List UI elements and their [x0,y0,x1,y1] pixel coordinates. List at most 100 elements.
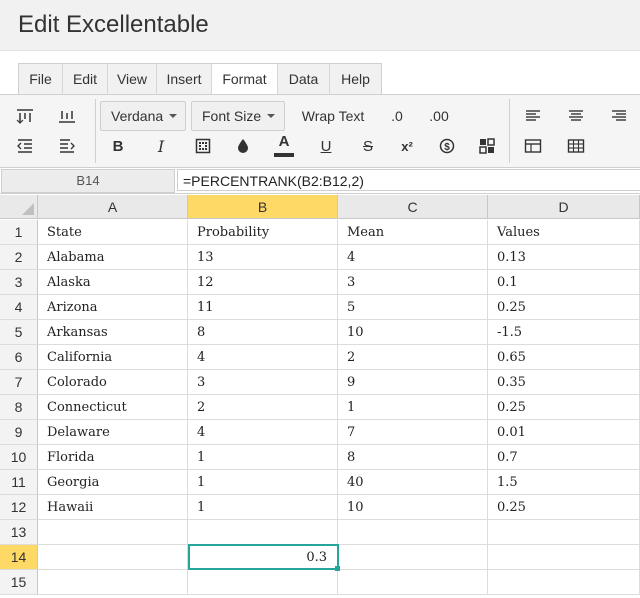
underline-button[interactable]: U [312,133,340,159]
cell-b7[interactable]: 3 [188,370,338,395]
table-icon[interactable] [519,133,547,159]
row-header-15[interactable]: 15 [0,570,38,595]
menu-help[interactable]: Help [330,64,381,95]
cell-a9[interactable]: Delaware [38,420,188,445]
cell-a1[interactable]: State [38,220,188,245]
cell-c15[interactable] [338,570,488,595]
align-center-icon[interactable] [562,103,590,129]
cell-c12[interactable]: 10 [338,495,488,520]
row-header-7[interactable]: 7 [0,370,38,395]
menu-insert[interactable]: Insert [157,64,212,95]
currency-icon[interactable]: $ [433,133,461,159]
indent-decrease-icon[interactable] [10,133,40,159]
row-header-6[interactable]: 6 [0,345,38,370]
cell-c11[interactable]: 40 [338,470,488,495]
grid-icon[interactable] [562,133,590,159]
menu-view[interactable]: View [108,64,157,95]
cell-a13[interactable] [38,520,188,545]
cell-c7[interactable]: 9 [338,370,488,395]
cell-a15[interactable] [38,570,188,595]
cell-b2[interactable]: 13 [188,245,338,270]
cell-d11[interactable]: 1.5 [488,470,640,495]
align-top-icon[interactable] [10,103,40,129]
decrease-decimal-button[interactable]: .0 [382,103,412,129]
cell-b3[interactable]: 12 [188,270,338,295]
cell-a11[interactable]: Georgia [38,470,188,495]
cell-d9[interactable]: 0.01 [488,420,640,445]
cell-b15[interactable] [188,570,338,595]
cell-a10[interactable]: Florida [38,445,188,470]
select-all-corner[interactable] [0,195,38,219]
cell-b12[interactable]: 1 [188,495,338,520]
increase-decimal-button[interactable]: .00 [422,103,456,129]
row-header-1[interactable]: 1 [0,220,38,245]
cell-d8[interactable]: 0.25 [488,395,640,420]
cell-d3[interactable]: 0.1 [488,270,640,295]
cell-d12[interactable]: 0.25 [488,495,640,520]
row-header-11[interactable]: 11 [0,470,38,495]
row-header-4[interactable]: 4 [0,295,38,320]
cell-b6[interactable]: 4 [188,345,338,370]
cell-c8[interactable]: 1 [338,395,488,420]
row-header-13[interactable]: 13 [0,520,38,545]
font-family-dropdown[interactable]: Verdana [100,101,186,131]
cell-c3[interactable]: 3 [338,270,488,295]
superscript-button[interactable]: x² [393,133,421,159]
cell-c6[interactable]: 2 [338,345,488,370]
row-header-5[interactable]: 5 [0,320,38,345]
column-header-a[interactable]: A [38,195,188,219]
row-header-2[interactable]: 2 [0,245,38,270]
cell-c1[interactable]: Mean [338,220,488,245]
align-right-icon[interactable] [605,103,633,129]
cell-b14[interactable]: 0.3 [188,545,338,570]
cell-c5[interactable]: 10 [338,320,488,345]
cell-d6[interactable]: 0.65 [488,345,640,370]
cell-a12[interactable]: Hawaii [38,495,188,520]
border-icon[interactable] [189,133,217,159]
menu-data[interactable]: Data [278,64,330,95]
cell-d5[interactable]: -1.5 [488,320,640,345]
cell-d14[interactable] [488,545,640,570]
cell-a8[interactable]: Connecticut [38,395,188,420]
cell-c13[interactable] [338,520,488,545]
align-left-icon[interactable] [519,103,547,129]
row-header-12[interactable]: 12 [0,495,38,520]
cell-d13[interactable] [488,520,640,545]
cell-a6[interactable]: California [38,345,188,370]
fill-color-icon[interactable] [229,133,257,159]
cell-a3[interactable]: Alaska [38,270,188,295]
cell-a7[interactable]: Colorado [38,370,188,395]
cell-b1[interactable]: Probability [188,220,338,245]
cell-a2[interactable]: Alabama [38,245,188,270]
cell-b5[interactable]: 8 [188,320,338,345]
cell-d4[interactable]: 0.25 [488,295,640,320]
strikethrough-button[interactable]: S [354,133,382,159]
text-color-button[interactable]: A [270,131,298,159]
italic-button[interactable]: I [147,133,175,159]
menu-edit[interactable]: Edit [63,64,108,95]
align-middle-icon[interactable] [52,103,82,129]
cell-a14[interactable] [38,545,188,570]
row-header-10[interactable]: 10 [0,445,38,470]
cell-b11[interactable]: 1 [188,470,338,495]
cell-c14[interactable] [338,545,488,570]
font-size-dropdown[interactable]: Font Size [191,101,285,131]
cell-b10[interactable]: 1 [188,445,338,470]
cell-b9[interactable]: 4 [188,420,338,445]
conditional-format-icon[interactable] [473,133,501,159]
cell-d7[interactable]: 0.35 [488,370,640,395]
cell-d15[interactable] [488,570,640,595]
row-header-8[interactable]: 8 [0,395,38,420]
cell-b4[interactable]: 11 [188,295,338,320]
column-header-c[interactable]: C [338,195,488,219]
cell-d1[interactable]: Values [488,220,640,245]
cell-d2[interactable]: 0.13 [488,245,640,270]
row-header-3[interactable]: 3 [0,270,38,295]
indent-increase-icon[interactable] [52,133,82,159]
bold-button[interactable]: B [104,133,132,159]
wrap-text-button[interactable]: Wrap Text [296,103,370,129]
row-header-9[interactable]: 9 [0,420,38,445]
cell-b13[interactable] [188,520,338,545]
column-header-b[interactable]: B [188,195,338,219]
formula-input[interactable]: =PERCENTRANK(B2:B12,2) [177,169,640,191]
